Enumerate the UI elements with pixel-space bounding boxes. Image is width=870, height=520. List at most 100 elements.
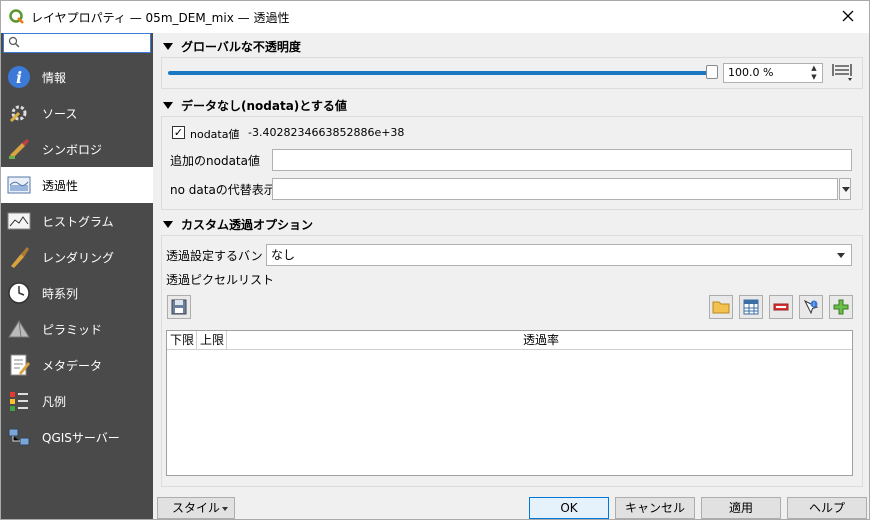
- qgis-logo-icon: [9, 9, 24, 24]
- nodata-value: -3.4028234663852886e+38: [248, 126, 405, 139]
- nodata-display-combo[interactable]: [272, 178, 838, 200]
- opacity-slider-handle[interactable]: [706, 65, 718, 79]
- search-icon: [8, 36, 20, 48]
- column-header-from[interactable]: 下限: [167, 331, 197, 350]
- style-menu-button[interactable]: スタイル: [157, 497, 235, 519]
- column-header-percent-transparent[interactable]: 透過率: [227, 331, 852, 350]
- remove-value-button[interactable]: [769, 295, 793, 319]
- rendering-icon: [6, 244, 32, 270]
- section-title: グローバルな不透明度: [181, 39, 301, 54]
- sidebar-item-source[interactable]: ソース: [1, 95, 153, 131]
- custom-transparency-header[interactable]: カスタム透過オプション: [161, 215, 313, 233]
- band-label: 透過設定するバンド: [166, 249, 275, 263]
- collapse-triangle-icon: [163, 42, 173, 50]
- column-header-to[interactable]: 上限: [197, 331, 227, 350]
- style-button-label: スタイル: [172, 501, 221, 515]
- sidebar-item-label: 透過性: [42, 178, 79, 193]
- window-title: レイヤプロパティ — 05m_DEM_mix — 透過性: [31, 10, 290, 25]
- additional-nodata-input[interactable]: [272, 149, 852, 171]
- metadata-icon: [6, 352, 32, 378]
- additional-nodata-label: 追加のnodata値: [170, 154, 260, 168]
- identify-pixel-icon: i: [803, 299, 819, 315]
- sidebar-item-rendering[interactable]: レンダリング: [1, 239, 153, 275]
- section-title: データなし(nodata)とする値: [181, 98, 347, 113]
- nodata-display-label: no dataの代替表示: [170, 183, 276, 197]
- legend-icon: [6, 388, 32, 414]
- content-panel: グローバルな不透明度 100.0 % ▲ ▼ データなし(nodata)とする値…: [153, 33, 869, 488]
- collapse-triangle-icon: [163, 101, 173, 109]
- chevron-down-icon: [842, 187, 850, 192]
- search-input[interactable]: [24, 35, 144, 51]
- default-values-button[interactable]: [739, 295, 763, 319]
- sidebar-item-label: 凡例: [42, 394, 67, 409]
- close-button[interactable]: [833, 5, 863, 29]
- sidebar-item-symbology[interactable]: シンボロジ: [1, 131, 153, 167]
- spin-up-icon[interactable]: ▲: [807, 64, 821, 73]
- sidebar-item-label: 情報: [42, 70, 67, 85]
- plus-icon: [833, 299, 849, 315]
- cancel-button[interactable]: キャンセル: [615, 497, 695, 519]
- sidebar-item-label: レンダリング: [42, 250, 115, 265]
- sidebar-item-label: ヒストグラム: [42, 214, 114, 229]
- opacity-value: 100.0 %: [728, 66, 774, 79]
- help-button[interactable]: ヘルプ: [787, 497, 867, 519]
- table-header: 下限 上限 透過率: [167, 331, 852, 350]
- sidebar-item-label: メタデータ: [42, 358, 103, 373]
- sidebar-item-transparency[interactable]: 透過性: [1, 167, 153, 203]
- save-icon: [171, 299, 187, 315]
- search-box[interactable]: [3, 33, 151, 53]
- spin-down-icon[interactable]: ▼: [807, 73, 821, 82]
- sidebar-nav: i 情報 ソース シンボロジ 透過性 ヒストグラム レンダリング 時系列 ピラミ…: [1, 59, 153, 455]
- save-list-button[interactable]: [167, 295, 191, 319]
- opacity-slider-track[interactable]: [168, 71, 708, 75]
- minus-icon: [773, 303, 789, 311]
- sidebar-item-histogram[interactable]: ヒストグラム: [1, 203, 153, 239]
- nodata-checkbox[interactable]: ✓: [172, 126, 185, 139]
- close-icon: [842, 10, 854, 22]
- clock-icon: [6, 280, 32, 306]
- pixel-list-label: 透過ピクセルリスト: [166, 273, 275, 287]
- import-from-file-button[interactable]: [709, 295, 733, 319]
- section-title: カスタム透過オプション: [181, 217, 314, 232]
- nodata-display-dropdown-button[interactable]: [839, 178, 851, 200]
- global-opacity-header[interactable]: グローバルな不透明度: [161, 37, 301, 55]
- sidebar-item-label: QGISサーバー: [42, 430, 120, 445]
- sidebar-item-info[interactable]: i 情報: [1, 59, 153, 95]
- add-value-manually-button[interactable]: [829, 295, 853, 319]
- band-select[interactable]: なし: [266, 244, 852, 266]
- chevron-down-icon: [222, 507, 228, 511]
- data-defined-icon: [832, 64, 852, 81]
- sidebar-item-label: ソース: [42, 106, 78, 121]
- collapse-triangle-icon: [163, 220, 173, 228]
- table-icon: [743, 299, 759, 315]
- apply-button[interactable]: 適用: [701, 497, 781, 519]
- sidebar-item-temporal[interactable]: 時系列: [1, 275, 153, 311]
- add-values-from-display-button[interactable]: i: [799, 295, 823, 319]
- transparency-pixel-table[interactable]: 下限 上限 透過率: [166, 330, 853, 476]
- sidebar-item-pyramids[interactable]: ピラミッド: [1, 311, 153, 347]
- sidebar-item-legend[interactable]: 凡例: [1, 383, 153, 419]
- sidebar-item-qgis-server[interactable]: QGISサーバー: [1, 419, 153, 455]
- global-opacity-group: 100.0 % ▲ ▼: [161, 57, 863, 89]
- band-select-value: なし: [271, 248, 296, 262]
- source-icon: [6, 100, 32, 126]
- sidebar-item-label: ピラミッド: [42, 322, 103, 337]
- ok-button[interactable]: OK: [529, 497, 609, 519]
- folder-icon: [712, 301, 730, 314]
- transparency-icon: [6, 172, 32, 198]
- histogram-icon: [6, 208, 32, 234]
- sidebar-item-label: 時系列: [42, 286, 79, 301]
- nodata-checkbox-label: nodata値: [190, 128, 240, 141]
- pyramid-icon: [6, 316, 32, 342]
- opacity-spin-buttons[interactable]: ▲ ▼: [807, 64, 821, 82]
- title-bar: レイヤプロパティ — 05m_DEM_mix — 透過性: [1, 1, 869, 33]
- sidebar-item-metadata[interactable]: メタデータ: [1, 347, 153, 383]
- nodata-header[interactable]: データなし(nodata)とする値: [161, 96, 347, 114]
- svg-text:i: i: [16, 68, 22, 87]
- custom-transparency-group: 透過設定するバンド なし 透過ピクセルリスト i 下限 上限 透過率: [161, 235, 863, 487]
- info-icon: i: [6, 64, 32, 90]
- svg-text:i: i: [813, 302, 814, 308]
- sidebar-item-label: シンボロジ: [42, 142, 103, 157]
- data-defined-override-button[interactable]: [832, 62, 854, 84]
- symbology-icon: [6, 136, 32, 162]
